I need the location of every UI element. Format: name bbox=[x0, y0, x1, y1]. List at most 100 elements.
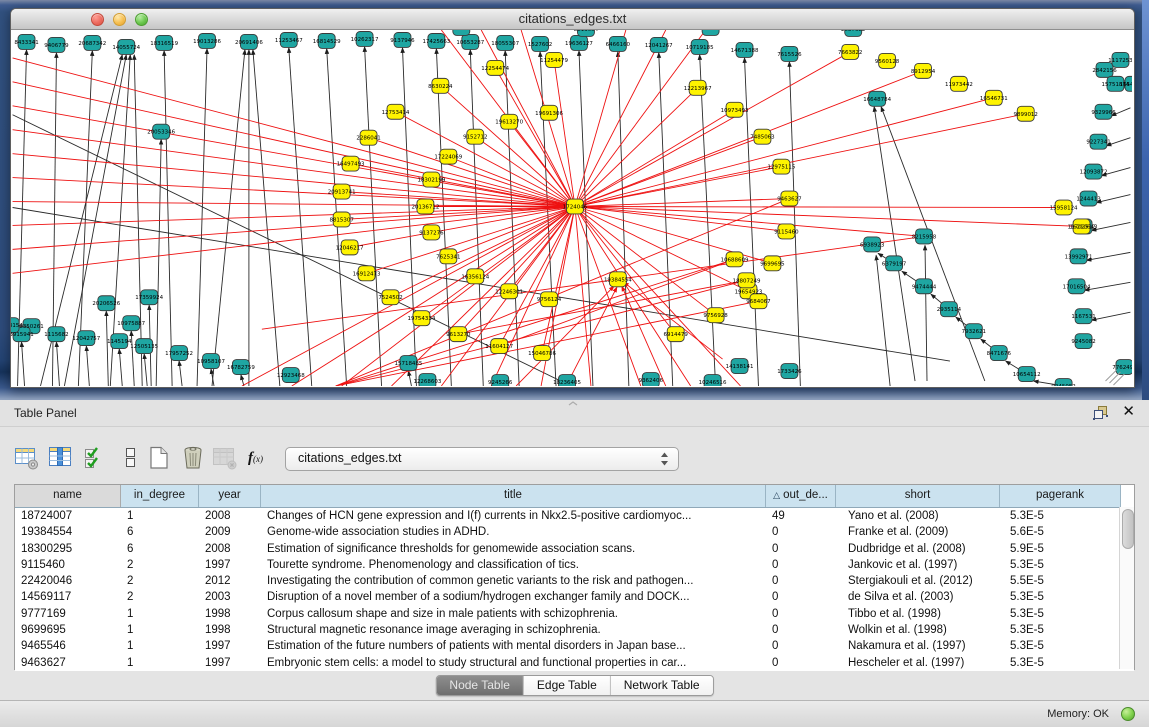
maximize-window-icon[interactable] bbox=[135, 13, 148, 26]
graph-edge[interactable] bbox=[575, 207, 691, 386]
graph-edge[interactable] bbox=[106, 311, 108, 386]
table-vertical-scrollbar[interactable] bbox=[1119, 507, 1134, 669]
graph-edge[interactable] bbox=[134, 55, 142, 386]
table-settings-icon[interactable] bbox=[14, 445, 40, 471]
graph-edge[interactable] bbox=[700, 55, 716, 386]
graph-edge[interactable] bbox=[13, 207, 575, 226]
cell-name: 9463627 bbox=[15, 655, 121, 671]
tab-network-table[interactable]: Network Table bbox=[611, 676, 713, 695]
tab-edge-table[interactable]: Edge Table bbox=[524, 676, 611, 695]
import-table-icon[interactable] bbox=[212, 445, 238, 471]
close-window-icon[interactable] bbox=[91, 13, 104, 26]
graph-edge[interactable] bbox=[881, 107, 985, 381]
table-row[interactable]: 911546021997Tourette syndrome. Phenomeno… bbox=[15, 557, 1134, 573]
graph-edge[interactable] bbox=[554, 60, 575, 207]
graph-edge[interactable] bbox=[241, 375, 244, 386]
network-window: citations_edges.txt 84333419406779206873… bbox=[10, 8, 1135, 388]
graph-edge[interactable] bbox=[365, 47, 382, 386]
row-height-icon[interactable] bbox=[118, 445, 144, 471]
column-header-out-de-[interactable]: △out_de... bbox=[766, 485, 836, 507]
table-row[interactable]: 977716911998Corpus callosum shape and si… bbox=[15, 606, 1134, 622]
cell-in-degree: 6 bbox=[121, 524, 199, 540]
table-selector-dropdown[interactable]: citations_edges.txt bbox=[285, 447, 679, 471]
graph-edge[interactable] bbox=[575, 30, 666, 207]
function-builder-icon[interactable]: f(x) bbox=[248, 449, 274, 475]
memory-status-indicator[interactable] bbox=[1121, 707, 1135, 721]
graph-edge[interactable] bbox=[197, 49, 207, 386]
tab-node-table[interactable]: Node Table bbox=[436, 676, 524, 695]
graph-edge[interactable] bbox=[1087, 252, 1131, 260]
graph-edge[interactable] bbox=[575, 88, 698, 207]
graph-edge[interactable] bbox=[1092, 312, 1131, 320]
graph-edge[interactable] bbox=[575, 207, 1064, 208]
graph-edge[interactable] bbox=[22, 342, 25, 386]
graph-edge[interactable] bbox=[391, 207, 575, 298]
graph-node-label: 16546731 bbox=[980, 96, 1008, 102]
column-header-short[interactable]: short bbox=[836, 485, 1000, 507]
cell-in-degree: 1 bbox=[121, 622, 199, 638]
graph-edge[interactable] bbox=[144, 354, 147, 386]
graph-node-label: 19754334 bbox=[407, 316, 435, 322]
graph-edge[interactable] bbox=[575, 52, 850, 207]
graph-edge[interactable] bbox=[575, 30, 706, 207]
close-panel-icon[interactable]: ✕ bbox=[1122, 403, 1135, 421]
network-canvas[interactable]: 8433341940677920687342140557241831651919… bbox=[11, 30, 1132, 386]
graph-edge[interactable] bbox=[575, 98, 994, 207]
table-row[interactable]: 1872400712008Changes of HCN gene express… bbox=[15, 508, 1134, 524]
graph-edge[interactable] bbox=[402, 48, 416, 386]
table-row[interactable]: 2242004622012Investigating the contribut… bbox=[15, 573, 1134, 589]
graph-edge[interactable] bbox=[131, 331, 134, 386]
table-row[interactable]: 946554611997Estimation of the future num… bbox=[15, 638, 1134, 654]
graph-edge[interactable] bbox=[164, 51, 172, 386]
network-window-titlebar[interactable]: citations_edges.txt bbox=[11, 9, 1134, 30]
graph-edge[interactable] bbox=[575, 207, 1082, 227]
graph-edge[interactable] bbox=[351, 164, 575, 207]
graph-edge[interactable] bbox=[1085, 282, 1131, 290]
graph-edge[interactable] bbox=[13, 58, 575, 207]
cell-in-degree: 6 bbox=[121, 541, 199, 557]
delete-table-icon[interactable] bbox=[180, 445, 206, 471]
graph-edge[interactable] bbox=[13, 82, 575, 207]
graph-edge[interactable] bbox=[575, 114, 1026, 207]
graph-edge[interactable] bbox=[336, 301, 759, 386]
graph-edge[interactable] bbox=[575, 71, 923, 207]
table-row[interactable]: 1938455462009Genome-wide association stu… bbox=[15, 524, 1134, 540]
select-rows-icon[interactable] bbox=[82, 445, 108, 471]
graph-edge[interactable] bbox=[289, 48, 312, 386]
column-header-in-degree[interactable]: in_degree bbox=[121, 485, 199, 507]
citation-network-graph[interactable]: 8433341940677920687342140557241831651919… bbox=[11, 30, 1132, 386]
show-columns-icon[interactable] bbox=[48, 445, 74, 471]
graph-edge[interactable] bbox=[253, 50, 280, 386]
graph-edge[interactable] bbox=[575, 207, 591, 386]
cell-out-de-: 0 bbox=[766, 606, 836, 622]
cell-title: Structural magnetic resonance image aver… bbox=[261, 622, 766, 638]
table-row[interactable]: 1456911722003Disruption of a novel membe… bbox=[15, 589, 1134, 605]
table-row[interactable]: 946362711997Embryonic stem cells: a mode… bbox=[15, 655, 1134, 671]
graph-edge[interactable] bbox=[925, 245, 927, 381]
graph-node-label: 9245082 bbox=[1071, 339, 1095, 345]
graph-edge[interactable] bbox=[86, 346, 89, 386]
graph-edge[interactable] bbox=[179, 361, 182, 386]
table-row[interactable]: 969969511998Structural magnetic resonanc… bbox=[15, 622, 1134, 638]
graph-edge[interactable] bbox=[56, 342, 59, 386]
column-header-title[interactable]: title bbox=[261, 485, 766, 507]
graph-edge[interactable] bbox=[876, 255, 890, 386]
graph-edge[interactable] bbox=[13, 130, 575, 207]
create-table-icon[interactable] bbox=[146, 445, 172, 471]
graph-edge[interactable] bbox=[475, 137, 575, 207]
scrollbar-thumb[interactable] bbox=[1122, 509, 1134, 549]
column-header-pagerank[interactable]: pagerank bbox=[1000, 485, 1121, 507]
table-row[interactable]: 1830029562008Estimation of significance … bbox=[15, 541, 1134, 557]
graph-node-label: 7762495 bbox=[1112, 365, 1132, 371]
graph-edge[interactable] bbox=[575, 207, 741, 386]
splitter-collapse-handle[interactable] bbox=[566, 401, 580, 407]
graph-edge[interactable] bbox=[408, 371, 411, 386]
graph-edge[interactable] bbox=[575, 137, 762, 207]
minimize-window-icon[interactable] bbox=[113, 13, 126, 26]
column-header-year[interactable]: year bbox=[199, 485, 261, 507]
float-panel-icon[interactable] bbox=[1092, 405, 1109, 421]
graph-edge[interactable] bbox=[1097, 195, 1131, 203]
graph-edge[interactable] bbox=[119, 349, 122, 386]
column-header-name[interactable]: name bbox=[15, 485, 121, 507]
graph-node-label: 17425663 bbox=[422, 39, 450, 45]
